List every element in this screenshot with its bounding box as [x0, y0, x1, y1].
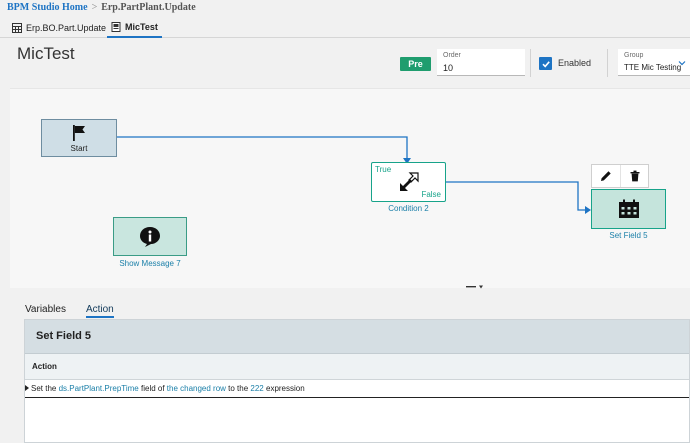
- properties-tabs: Variables Action: [25, 304, 114, 318]
- tab-label: Erp.BO.Part.Update: [26, 23, 107, 33]
- document-icon: [111, 22, 121, 32]
- connector-start-condition: [116, 136, 408, 160]
- show-message-node[interactable]: [113, 217, 187, 256]
- chevron-down-icon: [678, 61, 686, 66]
- checkmark-icon: [541, 60, 550, 68]
- connector-condition-setfield: [445, 181, 587, 211]
- column-header: Action: [25, 354, 689, 380]
- target-row-link[interactable]: the changed row: [167, 384, 226, 393]
- condition-node[interactable]: True False: [371, 162, 446, 202]
- group-dropdown[interactable]: Group TTE Mic Testing: [618, 49, 690, 76]
- action-row[interactable]: Set the ds.PartPlant.PrepTime field of t…: [25, 380, 689, 398]
- text-segment: to the: [225, 384, 251, 393]
- order-value: 10: [443, 63, 454, 73]
- enabled-label: Enabled: [558, 58, 592, 68]
- order-label: Order: [443, 52, 461, 59]
- condition-arrows-icon: [399, 172, 419, 191]
- delete-button[interactable]: [620, 165, 648, 187]
- grid-icon: [12, 23, 22, 33]
- page-title: MicTest: [17, 44, 75, 63]
- action-text: Set the ds.PartPlant.PrepTime field of t…: [31, 384, 305, 393]
- show-message-label: Show Message 7: [119, 259, 181, 268]
- breadcrumb-current: Erp.PartPlant.Update: [101, 2, 196, 13]
- divider: [607, 49, 608, 77]
- set-field-label: Set Field 5: [609, 231, 648, 240]
- expression-link[interactable]: 222: [250, 384, 263, 393]
- action-panel: Set Field 5 Action Set the ds.PartPlant.…: [24, 319, 690, 443]
- tab-erp-bo-part-update[interactable]: Erp.BO.Part.Update: [8, 18, 110, 38]
- panel-header: Set Field 5: [25, 320, 689, 354]
- workflow-canvas[interactable]: Start True False Condition 2 Show Messag…: [10, 88, 690, 288]
- breadcrumb: BPM Studio Home > Erp.PartPlant.Update: [7, 2, 196, 16]
- text-segment: expression: [263, 384, 305, 393]
- order-field[interactable]: Order 10: [437, 49, 525, 76]
- row-pointer-icon: [25, 385, 29, 391]
- info-bubble-icon: [140, 226, 160, 247]
- flag-icon: [73, 124, 85, 141]
- true-label: True: [375, 165, 392, 174]
- breadcrumb-separator: >: [91, 2, 98, 13]
- tab-action[interactable]: Action: [85, 304, 114, 318]
- group-label: Group: [624, 52, 644, 59]
- set-field-node[interactable]: [591, 189, 666, 229]
- panel-splitter-handle[interactable]: [466, 285, 484, 289]
- pre-badge: Pre: [400, 57, 431, 71]
- tab-mictest[interactable]: MicTest: [107, 18, 162, 38]
- calendar-icon: [618, 199, 639, 218]
- text-segment: Set the: [31, 384, 59, 393]
- text-segment: field of: [138, 384, 167, 393]
- group-value: TTE Mic Testing: [624, 63, 682, 72]
- trash-icon: [630, 170, 639, 182]
- field-link[interactable]: ds.PartPlant.PrepTime: [59, 384, 139, 393]
- panel-title: Set Field 5: [36, 330, 92, 342]
- document-tab-strip: Erp.BO.Part.Update MicTest: [0, 18, 690, 38]
- false-label: False: [421, 190, 441, 199]
- breadcrumb-home-link[interactable]: BPM Studio Home: [7, 2, 88, 13]
- condition-label: Condition 2: [388, 204, 429, 213]
- divider: [530, 49, 531, 77]
- properties-pane: Variables Action Set Field 5 Action Set …: [10, 290, 690, 443]
- edit-button[interactable]: [592, 165, 620, 187]
- tab-variables[interactable]: Variables: [25, 304, 66, 318]
- bpm-designer: BPM Studio Home > Erp.PartPlant.Update Erp…: [0, 0, 690, 443]
- start-label: Start: [70, 143, 88, 153]
- pencil-icon: [601, 171, 611, 181]
- start-node[interactable]: Start: [41, 119, 117, 157]
- tab-label: MicTest: [125, 22, 158, 32]
- enabled-checkbox[interactable]: [539, 57, 552, 70]
- column-header-action: Action: [32, 362, 57, 371]
- node-toolbox: [591, 164, 649, 188]
